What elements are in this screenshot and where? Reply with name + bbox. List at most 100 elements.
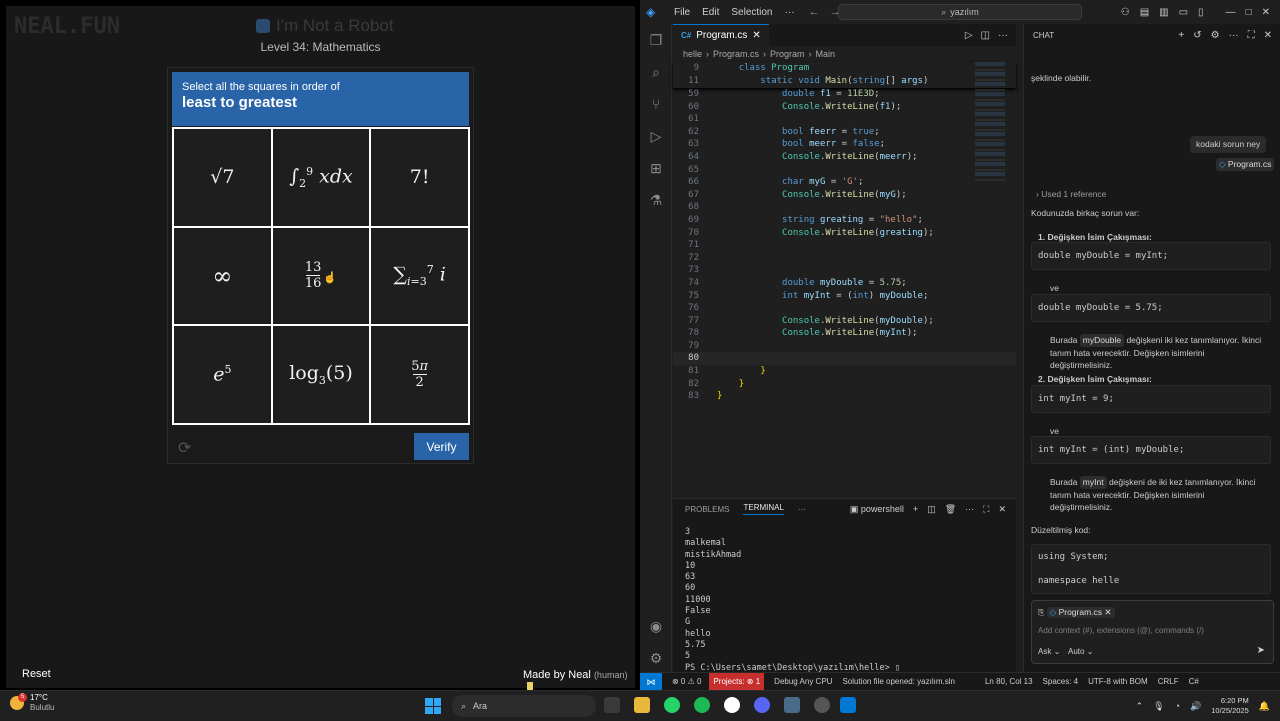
- code-line[interactable]: 66 char myG = 'G';: [673, 176, 1016, 189]
- panel-menu-icon[interactable]: ···: [965, 504, 974, 515]
- mic-icon[interactable]: 🎙: [1153, 701, 1164, 712]
- testing-icon[interactable]: ⚗: [648, 192, 664, 208]
- chat-model-select[interactable]: Auto ⌄: [1068, 647, 1093, 656]
- refresh-icon[interactable]: ⟳: [178, 438, 191, 458]
- tile-fraction[interactable]: 13 16 ☝: [272, 227, 370, 325]
- remote-icon[interactable]: ⋈: [640, 672, 662, 691]
- status-projects[interactable]: Projects: ⊗ 1: [709, 672, 765, 691]
- split-terminal-icon[interactable]: ◫: [927, 504, 936, 515]
- command-center-search[interactable]: ⌕ yazılım: [838, 4, 1082, 20]
- back-arrow-icon[interactable]: ←: [809, 6, 820, 18]
- sidebar-toggle-icon[interactable]: ▥: [1159, 7, 1168, 18]
- status-config[interactable]: Debug Any CPU: [774, 677, 832, 686]
- sticky-line[interactable]: 11 static void Main(string[] args): [673, 75, 1016, 88]
- tab-terminal[interactable]: TERMINAL: [743, 503, 784, 515]
- network-icon[interactable]: ◔: [1175, 701, 1180, 711]
- tile-infinity[interactable]: ∞: [174, 227, 271, 325]
- notification-icon[interactable]: 🔔: [1259, 701, 1270, 712]
- chat-settings-icon[interactable]: ⚙: [1211, 30, 1220, 41]
- minimize-icon[interactable]: —: [1226, 7, 1236, 18]
- code-line[interactable]: 62 bool feerr = true;: [673, 126, 1016, 139]
- tile-log[interactable]: log3(5): [272, 326, 370, 423]
- extensions-icon[interactable]: ⊞: [648, 160, 664, 176]
- panel-toggle-icon[interactable]: ▭: [1179, 7, 1188, 18]
- source-control-icon[interactable]: ⑂: [648, 96, 664, 112]
- chat-maximize-icon[interactable]: ⛶: [1248, 30, 1255, 41]
- chat-mode-select[interactable]: Ask ⌄: [1038, 647, 1060, 656]
- breadcrumb-file[interactable]: Program.cs: [713, 49, 759, 59]
- obs-icon[interactable]: [724, 697, 740, 713]
- taskbar-search[interactable]: ⌕ Ara: [452, 695, 596, 717]
- tab-problems[interactable]: PROBLEMS: [685, 505, 729, 514]
- file-explorer-icon[interactable]: [634, 697, 650, 713]
- send-icon[interactable]: ➤: [1257, 645, 1265, 656]
- windows-start-icon[interactable]: [425, 698, 441, 714]
- terminal-output[interactable]: 3 malkemal mistikAhmad 10 63 60 11000 False Ghel…: [673, 519, 1016, 674]
- task-view-icon[interactable]: [604, 697, 620, 713]
- panel-more-icon[interactable]: ···: [798, 505, 806, 514]
- paperclip-icon[interactable]: ⎘: [1038, 608, 1044, 617]
- minimap[interactable]: [975, 62, 1005, 182]
- code-line[interactable]: 74 double myDouble = 5.75;: [673, 277, 1016, 290]
- breadcrumb-folder[interactable]: helle: [683, 49, 702, 59]
- breadcrumb-method[interactable]: Main: [816, 49, 836, 59]
- volume-icon[interactable]: 🔊: [1190, 701, 1201, 712]
- new-terminal-icon[interactable]: +: [913, 504, 918, 515]
- spotify-icon[interactable]: [694, 697, 710, 713]
- tile-sqrt7[interactable]: √7: [174, 129, 271, 226]
- chat-close-icon[interactable]: ✕: [1264, 30, 1272, 41]
- tray-chevron-icon[interactable]: ⌃: [1136, 701, 1144, 712]
- code-block-fixed[interactable]: using System; namespace helle: [1031, 544, 1271, 594]
- terminal-shell[interactable]: ▣ powershell: [850, 504, 904, 515]
- menu-selection[interactable]: Selection: [731, 7, 772, 18]
- code-line[interactable]: 68: [673, 201, 1016, 214]
- code-block-4[interactable]: int myInt = (int) myDouble;: [1031, 436, 1271, 464]
- search-icon[interactable]: ⌕: [648, 64, 664, 80]
- attached-file-chip[interactable]: ⎘ ◇ Program.cs ✕: [1038, 607, 1115, 618]
- chat-input-box[interactable]: ⎘ ◇ Program.cs ✕ Add context (#), extens…: [1031, 600, 1274, 664]
- tile-integral[interactable]: ∫29 xdx: [272, 129, 370, 226]
- status-eol[interactable]: CRLF: [1158, 677, 1179, 686]
- history-icon[interactable]: ↺: [1193, 30, 1201, 41]
- status-indent[interactable]: Spaces: 4: [1043, 677, 1079, 686]
- code-block-1[interactable]: double myDouble = myInt;: [1031, 242, 1271, 270]
- tile-exp[interactable]: e5: [174, 326, 271, 423]
- weather-widget[interactable]: 5 17°C Bulutlu: [10, 693, 54, 713]
- more-actions-icon[interactable]: ···: [998, 30, 1008, 41]
- code-line[interactable]: 69 string greating = "hello";: [673, 214, 1016, 227]
- whatsapp-icon[interactable]: [664, 697, 680, 713]
- code-line[interactable]: 63 bool meerr = false;: [673, 138, 1016, 151]
- code-line[interactable]: 75 int myInt = (int) myDouble;: [673, 290, 1016, 303]
- code-editor[interactable]: 59 double f1 = 11E3D; 60 Console.WriteLin…: [673, 88, 1016, 403]
- split-editor-icon[interactable]: ◫: [981, 30, 990, 41]
- discord-icon[interactable]: [754, 697, 770, 713]
- aux-bar-toggle-icon[interactable]: ▯: [1198, 7, 1204, 18]
- site-logo[interactable]: NEAL.FUN: [14, 14, 120, 39]
- code-block-2[interactable]: double myDouble = 5.75;: [1031, 294, 1271, 322]
- verify-button[interactable]: Verify: [414, 433, 469, 460]
- copilot-icon[interactable]: ⚇: [1121, 7, 1130, 18]
- code-line[interactable]: 82 }: [673, 378, 1016, 391]
- code-line[interactable]: 65: [673, 164, 1016, 177]
- code-line[interactable]: 80: [673, 352, 1016, 366]
- menu-file[interactable]: File: [674, 7, 690, 18]
- tile-factorial[interactable]: 7!: [371, 129, 468, 226]
- layout-icon[interactable]: ▤: [1140, 7, 1149, 18]
- kill-terminal-icon[interactable]: 🗑: [945, 504, 956, 515]
- app-icon[interactable]: [814, 697, 830, 713]
- user-message-reference[interactable]: ◇ Program.cs: [1216, 158, 1275, 171]
- settings-gear-icon[interactable]: ⚙: [648, 650, 664, 666]
- maximize-panel-icon[interactable]: ⛶: [983, 504, 989, 515]
- run-debug-icon[interactable]: ▷: [648, 128, 664, 144]
- code-line[interactable]: 59 double f1 = 11E3D;: [673, 88, 1016, 101]
- code-line[interactable]: 60 Console.WriteLine(f1);: [673, 101, 1016, 114]
- code-line[interactable]: 64 Console.WriteLine(meerr);: [673, 151, 1016, 164]
- used-reference-toggle[interactable]: › Used 1 reference: [1036, 188, 1106, 201]
- menu-more[interactable]: ···: [785, 7, 795, 18]
- reset-button[interactable]: Reset: [22, 668, 51, 680]
- chat-more-icon[interactable]: ···: [1229, 30, 1239, 41]
- code-block-3[interactable]: int myInt = 9;: [1031, 385, 1271, 413]
- maximize-icon[interactable]: □: [1246, 7, 1252, 18]
- status-encoding[interactable]: UTF-8 with BOM: [1088, 677, 1148, 686]
- sticky-line[interactable]: 9 class Program: [673, 62, 1016, 75]
